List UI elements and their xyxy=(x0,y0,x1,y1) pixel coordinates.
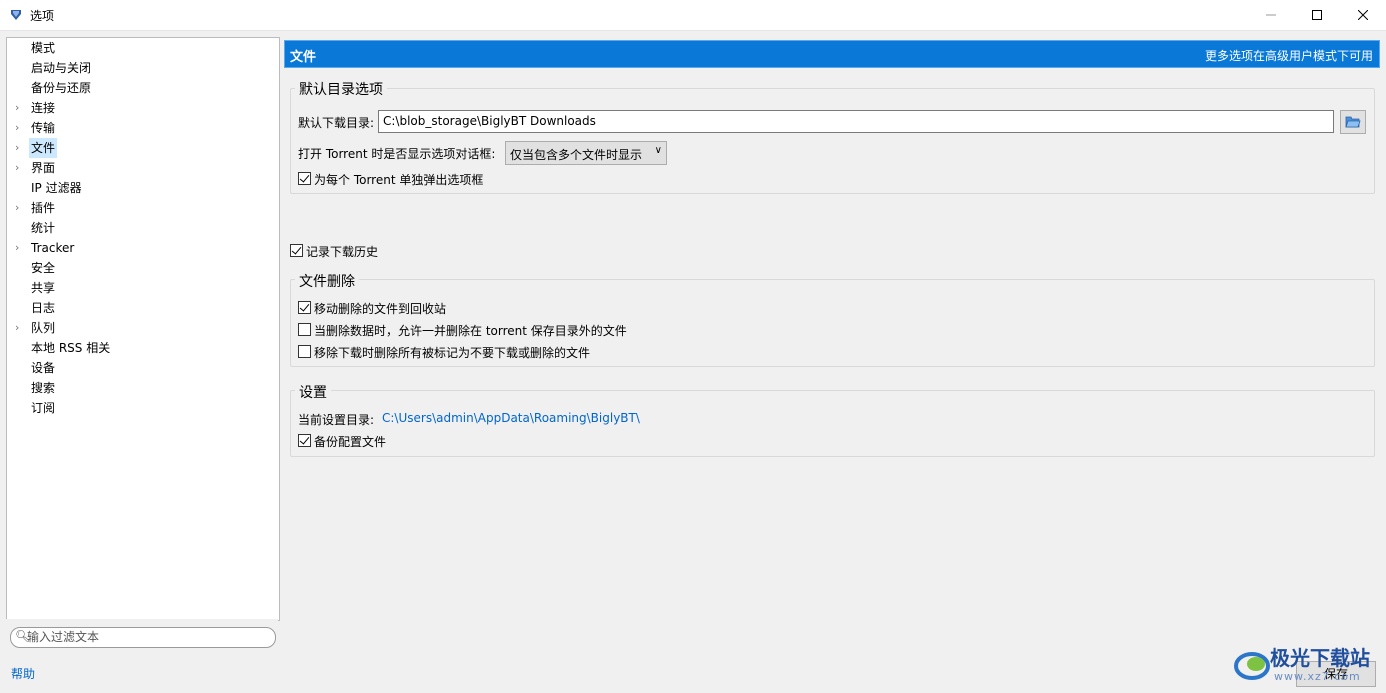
tree-item-label: 队列 xyxy=(31,321,56,335)
tree-item[interactable]: 设备 xyxy=(7,358,277,378)
watermark-text: 极光下载站 xyxy=(1270,646,1370,670)
record-history-label: 记录下载历史 xyxy=(306,245,379,259)
page-title: 文件 xyxy=(290,50,317,65)
settings-dir-link[interactable]: C:\Users\admin\AppData\Roaming\BiglyBT\ xyxy=(382,411,640,425)
settings-group-title: 设置 xyxy=(295,382,331,402)
options-dialog-select[interactable]: 仅当包含多个文件时显示 ∨ xyxy=(505,141,667,165)
tree-item[interactable]: › 传输 xyxy=(7,118,277,138)
backup-config-label: 备份配置文件 xyxy=(314,435,387,449)
tree-item-label: 共享 xyxy=(31,281,56,295)
default-dir-value: C:\blob_storage\BiglyBT Downloads xyxy=(383,114,596,128)
tree-item-label: 界面 xyxy=(31,161,56,175)
tree-item[interactable]: 统计 xyxy=(7,218,277,238)
tree-item-label: 搜索 xyxy=(31,381,56,395)
filter-input[interactable] xyxy=(27,629,267,645)
chevron-right-icon[interactable]: › xyxy=(15,198,25,218)
tree-item[interactable]: IP 过滤器 xyxy=(7,178,277,198)
chevron-right-icon[interactable]: › xyxy=(15,318,25,338)
maximize-button[interactable] xyxy=(1294,0,1340,30)
tree-item-label: 模式 xyxy=(31,41,56,55)
options-dialog-label: 打开 Torrent 时是否显示选项对话框: xyxy=(298,147,496,161)
browse-folder-button[interactable] xyxy=(1340,110,1366,134)
tree-item-label: 备份与还原 xyxy=(31,81,92,95)
default-dir-field[interactable]: C:\blob_storage\BiglyBT Downloads xyxy=(378,110,1334,133)
window-title: 选项 xyxy=(30,9,55,23)
title-bar: 选项 xyxy=(0,0,1386,31)
backup-config-checkbox[interactable] xyxy=(298,434,311,447)
tree-item[interactable]: 备份与还原 xyxy=(7,78,277,98)
delete-outside-dir-label: 当删除数据时，允许一并删除在 torrent 保存目录外的文件 xyxy=(314,324,627,338)
tree-item[interactable]: › 连接 xyxy=(7,98,277,118)
popup-per-torrent-label: 为每个 Torrent 单独弹出选项框 xyxy=(314,173,484,187)
close-icon xyxy=(1358,10,1368,20)
minimize-button[interactable] xyxy=(1248,0,1294,30)
tree-item[interactable]: 启动与关闭 xyxy=(7,58,277,78)
tree-item-label: 日志 xyxy=(31,301,56,315)
tree-item-label: 本地 RSS 相关 xyxy=(31,341,111,355)
chevron-right-icon[interactable]: › xyxy=(15,238,25,258)
page-header: 文件 更多选项在高级用户模式下可用 xyxy=(284,40,1380,68)
tree-item[interactable]: 模式 xyxy=(7,38,277,58)
tree-item[interactable]: › 界面 xyxy=(7,158,277,178)
default-dir-group-title: 默认目录选项 xyxy=(295,79,387,99)
tree-item[interactable]: › Tracker xyxy=(7,238,277,258)
tree-item[interactable]: › 队列 xyxy=(7,318,277,338)
tree-item-label: Tracker xyxy=(31,241,75,255)
app-icon xyxy=(11,10,21,20)
file-delete-group-title: 文件删除 xyxy=(295,271,359,291)
tree-item[interactable]: 安全 xyxy=(7,258,277,278)
advanced-mode-note: 更多选项在高级用户模式下可用 xyxy=(1204,49,1373,63)
chevron-right-icon[interactable]: › xyxy=(15,158,25,178)
tree-item-label: 连接 xyxy=(31,101,56,115)
tree-item[interactable]: › 文件 xyxy=(7,138,277,158)
tree-item-label: 设备 xyxy=(31,361,56,375)
tree-item-label: 安全 xyxy=(31,261,56,275)
tree-item[interactable]: 搜索 xyxy=(7,378,277,398)
tree-item-label: IP 过滤器 xyxy=(31,181,82,195)
move-to-recycle-checkbox[interactable] xyxy=(298,301,311,314)
filter-box[interactable]: 🔍︎ xyxy=(10,627,276,648)
close-button[interactable] xyxy=(1340,0,1386,30)
watermark-url: www.xz7.com xyxy=(1274,670,1361,683)
tree-item-label: 订阅 xyxy=(31,401,56,415)
tree-item[interactable]: 订阅 xyxy=(7,398,277,418)
record-history-checkbox[interactable] xyxy=(290,244,303,257)
tree-item[interactable]: 日志 xyxy=(7,298,277,318)
tree-item[interactable]: 本地 RSS 相关 xyxy=(7,338,277,358)
tree-item-label: 统计 xyxy=(31,221,56,235)
minimize-icon xyxy=(1266,14,1276,16)
tree-item-label: 文件 xyxy=(29,138,58,158)
popup-per-torrent-checkbox[interactable] xyxy=(298,172,311,185)
chevron-down-icon: ∨ xyxy=(654,145,662,156)
folder-open-icon xyxy=(1345,116,1361,128)
chevron-right-icon[interactable]: › xyxy=(15,98,25,118)
delete-skipped-files-label: 移除下载时删除所有被标记为不要下载或删除的文件 xyxy=(314,346,591,360)
chevron-right-icon[interactable]: › xyxy=(15,118,25,138)
move-to-recycle-label: 移动删除的文件到回收站 xyxy=(314,302,447,316)
category-tree: 模式 启动与关闭 备份与还原 › 连接 › 传输 › 文件 › 界面 IP 过滤器 › 插件 统计 › Trac… xyxy=(6,37,280,621)
tree-item-label: 传输 xyxy=(31,121,56,135)
delete-outside-dir-checkbox[interactable] xyxy=(298,323,311,336)
tree-item[interactable]: 共享 xyxy=(7,278,277,298)
maximize-icon xyxy=(1312,10,1322,20)
help-link[interactable]: 帮助 xyxy=(11,665,35,682)
default-dir-label: 默认下载目录: xyxy=(298,116,375,130)
options-dialog-value: 仅当包含多个文件时显示 xyxy=(510,148,643,162)
settings-dir-label: 当前设置目录: xyxy=(298,413,375,427)
tree-item[interactable]: › 插件 xyxy=(7,198,277,218)
tree-item-label: 插件 xyxy=(31,201,56,215)
chevron-right-icon[interactable]: › xyxy=(15,138,25,158)
delete-skipped-files-checkbox[interactable] xyxy=(298,345,311,358)
tree-item-label: 启动与关闭 xyxy=(31,61,92,75)
